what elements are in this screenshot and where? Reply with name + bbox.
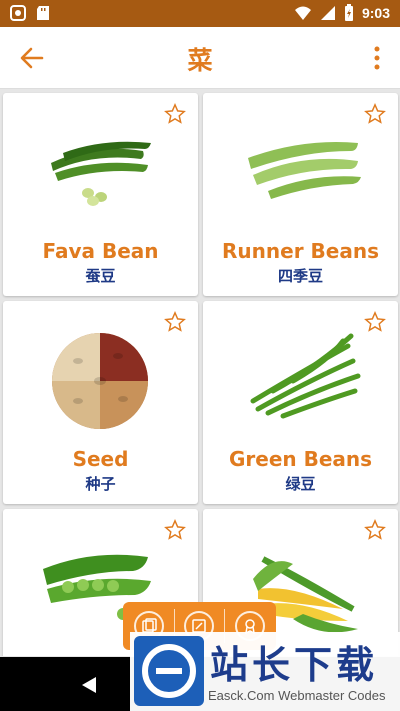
card-label-zh: 绿豆	[285, 475, 316, 493]
card-label-en: Runner Beans	[222, 239, 379, 263]
sd-card-icon	[37, 6, 49, 20]
vegetable-grid: Fava Bean 蚕豆 Runner Beans 四季豆 Seed 种子 Gr…	[0, 90, 400, 656]
card-label-en: Fava Bean	[42, 239, 159, 263]
card-label-zh: 种子	[85, 475, 116, 493]
watermark-subtitle: Easck.Com Webmaster Codes	[208, 688, 386, 703]
battery-icon	[344, 4, 353, 21]
runner-beans-image	[248, 142, 361, 199]
more-options-icon[interactable]	[372, 45, 382, 71]
card-runner-beans[interactable]: Runner Beans 四季豆	[203, 93, 398, 296]
card-seed[interactable]: Seed 种子	[3, 301, 198, 504]
card-fava-bean[interactable]: Fava Bean 蚕豆	[3, 93, 198, 296]
card-label-zh: 蚕豆	[85, 267, 116, 285]
card-label-en: Seed	[72, 447, 129, 471]
card-label-en: Green Beans	[228, 447, 373, 471]
watermark-title: 站长下载	[210, 643, 379, 687]
wifi-icon	[294, 6, 311, 20]
fava-bean-image	[51, 141, 151, 206]
notification-icon	[10, 5, 26, 21]
card-label-zh: 四季豆	[277, 267, 323, 285]
clock: 9:03	[361, 5, 390, 21]
page-title: 菜	[187, 46, 213, 75]
nav-back-icon[interactable]	[80, 675, 98, 695]
easck-logo-icon	[134, 636, 204, 706]
seed-image	[52, 333, 148, 429]
green-beans-image	[250, 333, 361, 419]
watermark: 站长下载 Easck.Com Webmaster Codes	[130, 632, 400, 711]
app-bar: 菜	[0, 27, 400, 89]
signal-icon	[320, 6, 335, 20]
card-green-beans[interactable]: Green Beans 绿豆	[203, 301, 398, 504]
status-bar: 9:03	[0, 0, 400, 27]
